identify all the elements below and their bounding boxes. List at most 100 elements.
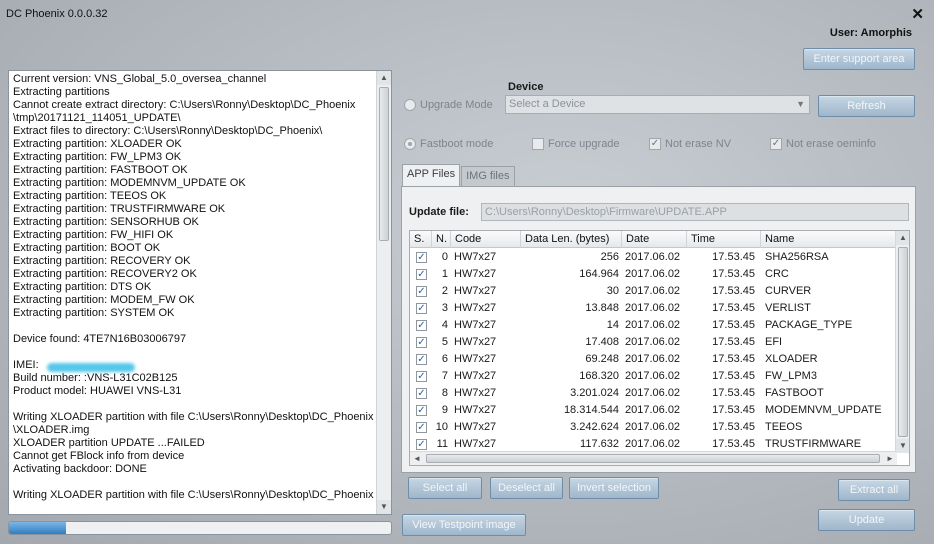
table-row[interactable]: ✓ 9 HW7x27 18.314.544 2017.06.02 17.53.45 MODE… <box>410 402 896 419</box>
tab-img-files[interactable]: IMG files <box>461 166 515 186</box>
log-line: Writing XLOADER partition with file C:\U… <box>13 489 374 501</box>
log-line: Extracting partitions <box>13 86 110 98</box>
row-checkbox[interactable]: ✓ <box>416 337 427 348</box>
fastboot-mode-radio[interactable]: Fastboot mode <box>404 138 493 150</box>
column-header[interactable]: Time <box>687 231 761 248</box>
cell-len: 164.964 <box>579 268 619 280</box>
cell-name: MODEMNVM_UPDATE <box>765 404 882 416</box>
cell-len: 69.248 <box>585 353 619 365</box>
cell-name: SHA256RSA <box>765 251 829 263</box>
table-row[interactable]: ✓ 4 HW7x27 14 2017.06.02 17.53.45 PACKAGE_TYPE <box>410 317 896 334</box>
scroll-left-icon[interactable]: ◄ <box>410 452 424 465</box>
upgrade-mode-radio[interactable]: Upgrade Mode <box>404 99 493 111</box>
log-panel[interactable]: Current version: VNS_Global_5.0_oversea_… <box>8 70 392 515</box>
radio-icon <box>404 138 416 150</box>
table-row[interactable]: ✓ 1 HW7x27 164.964 2017.06.02 17.53.45 CRC <box>410 266 896 283</box>
force-upgrade-checkbox[interactable]: Force upgrade <box>532 138 620 150</box>
scroll-down-icon[interactable]: ▼ <box>896 439 909 453</box>
window-title: DC Phoenix 0.0.0.32 <box>6 8 108 20</box>
enter-support-button[interactable]: Enter support area <box>803 48 915 70</box>
scroll-up-icon[interactable]: ▲ <box>896 231 909 245</box>
log-line: Activating backdoor: DONE <box>13 463 147 475</box>
view-testpoint-button[interactable]: View Testpoint image <box>402 514 526 536</box>
invert-selection-button[interactable]: Invert selection <box>569 477 659 499</box>
close-icon[interactable]: ✕ <box>911 5 924 23</box>
column-header[interactable]: Data Len. (bytes) <box>521 231 622 248</box>
not-erase-oeminfo-checkbox[interactable]: ✓ Not erase oeminfo <box>770 138 876 150</box>
table-vscrollbar[interactable]: ▲ ▼ <box>895 231 909 453</box>
log-scroll-thumb[interactable] <box>379 87 389 241</box>
column-header[interactable]: Date <box>622 231 687 248</box>
tab-app-files[interactable]: APP Files <box>402 164 461 186</box>
row-checkbox[interactable]: ✓ <box>416 405 427 416</box>
row-checkbox[interactable]: ✓ <box>416 371 427 382</box>
cell-code: HW7x27 <box>454 387 497 399</box>
cell-date: 2017.06.02 <box>625 302 681 314</box>
select-all-button[interactable]: Select all <box>408 477 482 499</box>
cell-n: 4 <box>441 319 448 331</box>
cell-date: 2017.06.02 <box>625 370 681 382</box>
table-row[interactable]: ✓ 3 HW7x27 13.848 2017.06.02 17.53.45 VERLIST <box>410 300 896 317</box>
cell-len: 17.408 <box>585 336 619 348</box>
table-row[interactable]: ✓ 0 HW7x27 256 2017.06.02 17.53.45 SHA256RSA <box>410 249 896 266</box>
table-row[interactable]: ✓ 5 HW7x27 17.408 2017.06.02 17.53.45 EFI <box>410 334 896 351</box>
table-hscroll-thumb[interactable] <box>426 454 880 463</box>
row-checkbox[interactable]: ✓ <box>416 269 427 280</box>
log-line: Extracting partition: MODEM_FW OK <box>13 294 195 306</box>
file-tabs: APP Files IMG files <box>402 164 516 186</box>
cell-n: 7 <box>441 370 448 382</box>
deselect-all-button[interactable]: Deselect all <box>490 477 563 499</box>
check-icon: ✓ <box>770 138 782 150</box>
row-checkbox[interactable]: ✓ <box>416 439 427 450</box>
update-file-input[interactable]: C:\Users\Ronny\Desktop\Firmware\UPDATE.A… <box>481 203 909 221</box>
row-checkbox[interactable]: ✓ <box>416 252 427 263</box>
row-checkbox[interactable]: ✓ <box>416 320 427 331</box>
table-hscrollbar[interactable]: ◄ ► <box>410 451 897 465</box>
table-row[interactable]: ✓ 8 HW7x27 3.201.024 2017.06.02 17.53.45 FASTB… <box>410 385 896 402</box>
cell-time: 17.53.45 <box>712 302 755 314</box>
row-checkbox[interactable]: ✓ <box>416 303 427 314</box>
cell-len: 3.201.024 <box>570 387 619 399</box>
cell-n: 9 <box>441 404 448 416</box>
cell-time: 17.53.45 <box>712 404 755 416</box>
log-line: Extracting partition: TEEOS OK <box>13 190 167 202</box>
scroll-right-icon[interactable]: ► <box>883 452 897 465</box>
scroll-down-icon[interactable]: ▼ <box>377 500 391 514</box>
scroll-up-icon[interactable]: ▲ <box>377 71 391 85</box>
row-checkbox[interactable]: ✓ <box>416 286 427 297</box>
cell-len: 256 <box>600 251 619 263</box>
table-scroll-thumb[interactable] <box>898 247 908 437</box>
table-row[interactable]: ✓ 2 HW7x27 30 2017.06.02 17.53.45 CURVER <box>410 283 896 300</box>
refresh-button[interactable]: Refresh <box>818 95 915 117</box>
table-row[interactable]: ✓ 10 HW7x27 3.242.624 2017.06.02 17.53.45 TEEO… <box>410 419 896 436</box>
cell-name: VERLIST <box>765 302 811 314</box>
column-header[interactable]: N. <box>432 231 451 248</box>
cell-time: 17.53.45 <box>712 421 755 433</box>
column-header[interactable]: Name <box>761 231 896 248</box>
cell-len: 13.848 <box>585 302 619 314</box>
device-label: Device <box>508 81 544 93</box>
table-row[interactable]: ✓ 6 HW7x27 69.248 2017.06.02 17.53.45 XLOADER <box>410 351 896 368</box>
update-button[interactable]: Update <box>818 509 915 531</box>
cell-code: HW7x27 <box>454 370 497 382</box>
cell-name: FASTBOOT <box>765 387 824 399</box>
row-checkbox[interactable]: ✓ <box>416 422 427 433</box>
device-select[interactable]: Select a Device ▼ <box>505 95 810 114</box>
not-erase-nv-checkbox[interactable]: ✓ Not erase NV <box>649 138 731 150</box>
row-checkbox[interactable]: ✓ <box>416 354 427 365</box>
cell-name: CRC <box>765 268 789 280</box>
cell-len: 18.314.544 <box>563 404 619 416</box>
table-row[interactable]: ✓ 7 HW7x27 168.320 2017.06.02 17.53.45 FW_LPM3 <box>410 368 896 385</box>
column-header[interactable]: Code <box>451 231 521 248</box>
column-header[interactable]: S. <box>410 231 432 248</box>
cell-code: HW7x27 <box>454 336 497 348</box>
log-scrollbar[interactable]: ▲ ▼ <box>376 71 391 514</box>
user-label: User: Amorphis <box>829 27 912 39</box>
cell-time: 17.53.45 <box>712 268 755 280</box>
extract-all-button[interactable]: Extract all <box>838 479 910 501</box>
row-checkbox[interactable]: ✓ <box>416 388 427 399</box>
cell-len: 14 <box>606 319 619 331</box>
log-line: XLOADER partition UPDATE ...FAILED <box>13 437 205 449</box>
